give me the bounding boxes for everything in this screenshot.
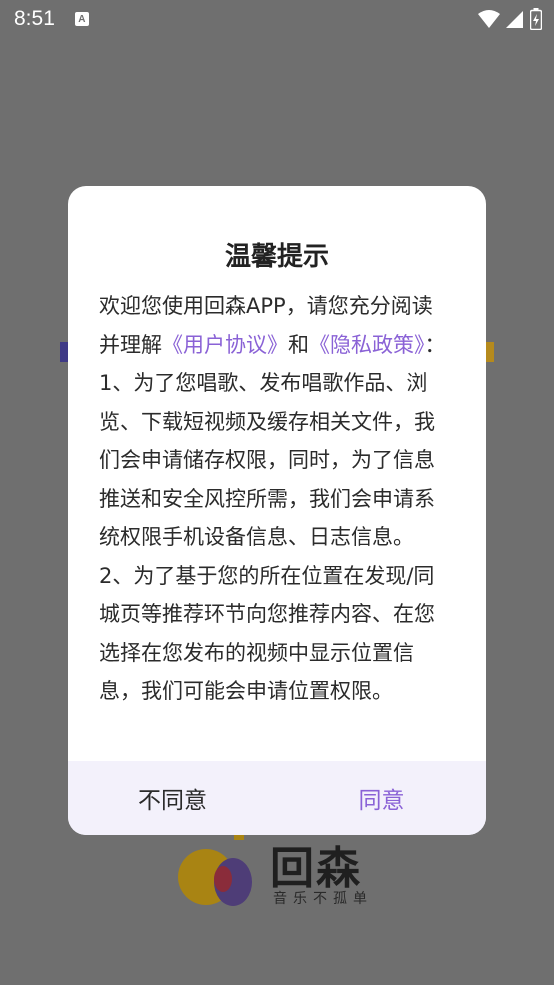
privacy-policy-link[interactable]: 《隐私政策》: [309, 333, 425, 357]
wifi-icon: [478, 10, 500, 28]
dialog-intro: 欢迎您使用回森APP，请您充分阅读并理解《用户协议》和《隐私政策》：: [99, 287, 451, 364]
status-bar: 8:51 A: [0, 0, 554, 38]
dialog-paragraph-1: 1、为了您唱歌、发布唱歌作品、浏览、下载短视频及缓存相关文件，我们会申请储存权限…: [99, 371, 435, 549]
notification-icon: A: [74, 12, 89, 26]
status-icons: [478, 8, 542, 30]
signal-icon: [506, 11, 523, 28]
and-text: 和: [288, 332, 309, 357]
user-agreement-link[interactable]: 《用户协议》: [162, 333, 288, 357]
privacy-dialog: 温馨提示 欢迎您使用回森APP，请您充分阅读并理解《用户协议》和《隐私政策》： …: [68, 186, 486, 835]
intro-colon: ：: [424, 332, 446, 357]
dialog-title: 温馨提示: [224, 242, 329, 272]
logo-subtitle: 音乐不孤单: [273, 891, 373, 907]
dialog-footer: 不同意 同意: [68, 761, 486, 835]
dialog-paragraph-2: 2、为了基于您的所在位置在发现/同城页等推荐环节向您推荐内容、在您选择在您发布的…: [99, 563, 435, 704]
dialog-body[interactable]: 欢迎您使用回森APP，请您充分阅读并理解《用户协议》和《隐私政策》： 1、为了您…: [99, 287, 451, 720]
battery-icon: [530, 8, 542, 30]
agree-button[interactable]: 同意: [277, 761, 486, 835]
logo-title: 回森: [270, 843, 362, 894]
logo-mark-red: [214, 866, 232, 892]
status-time: 8:51: [14, 7, 55, 30]
disagree-button[interactable]: 不同意: [68, 761, 277, 835]
app-logo: 回森 音乐不孤单: [178, 832, 378, 912]
